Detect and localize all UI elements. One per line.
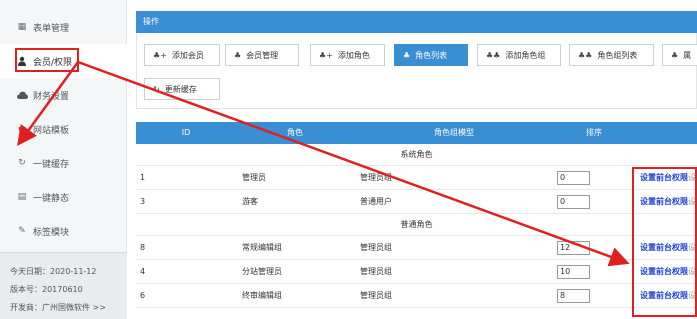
sidebar-item-label: 一键静态 [33, 193, 70, 204]
button-label: 添加角色 [337, 50, 370, 60]
cell-model: 管理员组 [360, 291, 392, 300]
refresh-icon: ↻ [153, 84, 160, 94]
table-header: ID 角色 角色组模型 排序 [136, 122, 697, 144]
sidebar-item-label: 财务设置 [33, 91, 70, 102]
refresh-cache-button[interactable]: ↻ 更新缓存 [144, 78, 220, 100]
button-label: 属 [683, 50, 692, 60]
column-header-sort: 排序 [586, 128, 602, 137]
cell-role: 游客 [242, 197, 258, 206]
button-label: 角色列表 [415, 50, 448, 60]
cell-model: 管理员组 [360, 267, 392, 276]
attribute-button[interactable]: ♣ 属 [662, 44, 697, 66]
table-row: 4 分站管理员 管理员组 10 设置前台权限设 [136, 260, 697, 284]
table-row: 1 管理员 管理员组 0 设置前台权限设 [136, 166, 697, 190]
sort-input[interactable]: 0 [557, 171, 590, 185]
button-label: 添加角色组 [505, 50, 546, 60]
sort-input[interactable]: 12 [557, 241, 590, 255]
cell-model: 管理员组 [360, 173, 392, 182]
column-header-actions [634, 122, 697, 144]
button-label: 角色组列表 [597, 50, 638, 60]
sidebar-item-label: 一键缓存 [33, 159, 70, 170]
main-content: 操作 ♣+ 添加会员 ♣ 会员管理 ♣+ 添加角色 ♣ 角色列表 ♣♣ 添加角色… [128, 0, 697, 319]
sort-input[interactable]: 0 [557, 195, 590, 209]
sidebar-item-form-management[interactable]: ▦ 表单管理 [0, 10, 127, 44]
table-row: 3 游客 普通用户 0 设置前台权限设 [136, 190, 697, 214]
static-icon: ▤ [17, 192, 27, 202]
role-table: ID 角色 角色组模型 排序 系统角色 1 管理员 管理员组 0 设置前台权限设… [136, 122, 697, 308]
user-icon: ♣ [671, 50, 679, 60]
role-group-list-button[interactable]: ♣♣ 角色组列表 [569, 44, 654, 66]
sort-input[interactable]: 10 [557, 265, 590, 279]
cell-id: 3 [140, 197, 146, 206]
cell-role: 终审编辑组 [242, 291, 282, 300]
add-role-button[interactable]: ♣+ 添加角色 [310, 44, 385, 66]
cell-role: 分站管理员 [242, 267, 282, 276]
column-header-role-group-model: 角色组模型 [434, 128, 474, 137]
sidebar-item-label: 网站模板 [33, 125, 70, 136]
users-icon: ♣♣ [578, 50, 593, 60]
sidebar-item-finance-settings[interactable]: 财务设置 [0, 78, 127, 112]
add-role-group-button[interactable]: ♣♣ 添加角色组 [477, 44, 561, 66]
users-icon: ♣♣ [486, 50, 501, 60]
button-label: 会员管理 [246, 50, 279, 60]
sort-input[interactable]: 8 [557, 289, 590, 303]
developer-link[interactable]: 开发商：广州国微软件 >> [10, 301, 127, 319]
table-row: 8 常规编辑组 管理员组 12 设置前台权限设 [136, 236, 697, 260]
member-management-button[interactable]: ♣ 会员管理 [225, 44, 299, 66]
toolbar: ♣+ 添加会员 ♣ 会员管理 ♣+ 添加角色 ♣ 角色列表 ♣♣ 添加角色组 ♣… [136, 33, 697, 109]
cell-id: 6 [140, 291, 146, 300]
cell-role: 管理员 [242, 173, 266, 182]
button-label: 更新缓存 [164, 84, 197, 94]
sidebar-item-label: 表单管理 [33, 23, 70, 34]
user-icon: ♣ [403, 50, 411, 60]
cell-role: 常规编辑组 [242, 243, 282, 252]
cell-id: 1 [140, 173, 146, 182]
group-row-system: 系统角色 [136, 144, 697, 166]
template-icon: ▬ [17, 124, 27, 134]
refresh-icon: ↻ [18, 158, 26, 168]
group-row-normal: 普通角色 [136, 214, 697, 236]
sidebar-item-tag-module[interactable]: ✎ 标签模块 [0, 214, 127, 248]
role-list-button[interactable]: ♣ 角色列表 [394, 44, 468, 66]
version-number: 版本号：20170610 [10, 285, 83, 294]
sidebar-item-site-templates[interactable]: ▬ 网站模板 [0, 112, 127, 146]
table-row: 6 终审编辑组 管理员组 8 设置前台权限设 [136, 284, 697, 308]
system-info-panel: 今天日期：2020-11-12 版本号：20170610 开发商：广州国微软件 … [0, 252, 127, 319]
panel-header: 操作 [136, 11, 697, 33]
cell-id: 8 [140, 243, 146, 252]
cell-model: 管理员组 [360, 243, 392, 252]
cell-id: 4 [140, 267, 146, 276]
sidebar-item-label: 标签模块 [33, 227, 70, 238]
table-icon: ▦ [17, 22, 27, 32]
sidebar-item-one-click-static[interactable]: ▤ 一键静态 [0, 180, 127, 214]
annotation-box-menu [15, 48, 79, 72]
annotation-box-permission-links [632, 167, 697, 317]
cell-model: 普通用户 [360, 197, 392, 206]
user-add-icon: ♣+ [319, 50, 333, 60]
user-add-icon: ♣+ [153, 50, 167, 60]
column-header-role: 角色 [287, 128, 303, 137]
today-date: 今天日期：2020-11-12 [10, 267, 97, 276]
sidebar-item-one-click-cache[interactable]: ↻ 一键缓存 [0, 146, 127, 180]
add-member-button[interactable]: ♣+ 添加会员 [144, 44, 220, 66]
button-label: 添加会员 [171, 50, 204, 60]
user-icon: ♣ [234, 50, 242, 60]
tag-icon: ✎ [18, 226, 26, 236]
cloud-icon [16, 89, 28, 101]
column-header-id: ID [181, 128, 191, 137]
